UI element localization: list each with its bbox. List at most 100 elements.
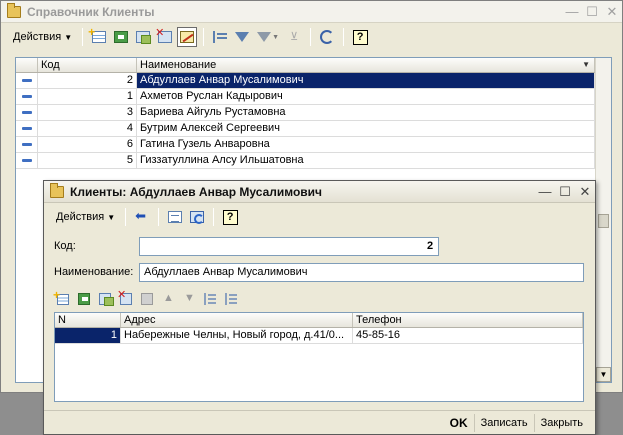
refresh-document-icon	[190, 211, 205, 224]
column-header-icon[interactable]	[16, 58, 38, 72]
table-row[interactable]: 4 Бутрим Алексей Сергеевич	[16, 121, 595, 137]
filter-value-button[interactable]: ▼	[254, 27, 282, 47]
copy-item-button[interactable]	[133, 27, 153, 47]
table-row[interactable]: 2 Абдуллаев Анвар Мусалимович	[16, 73, 595, 89]
close-dialog-button[interactable]: Закрыть	[533, 413, 589, 432]
tp-end-edit-button[interactable]	[138, 290, 156, 308]
close-button[interactable]: ✕	[602, 3, 622, 21]
cell-code: 1	[38, 89, 137, 104]
grid-vertical-scrollbar[interactable]: ▼	[595, 58, 611, 382]
folder-icon	[50, 182, 64, 198]
tp-delete-button[interactable]	[117, 288, 135, 308]
addresses-grid[interactable]: N Адрес Телефон 1 Набережные Челны, Новы…	[54, 312, 584, 402]
grid-header: Код Наименование ▼	[16, 58, 595, 73]
edit-icon	[180, 31, 195, 43]
client-dialog: Клиенты: Абдуллаев Анвар Мусалимович — ☐…	[43, 180, 596, 435]
add-row-icon	[88, 25, 107, 43]
table-part-toolbar	[53, 288, 240, 309]
help-button[interactable]: ?	[350, 27, 370, 47]
delete-row-icon	[117, 288, 132, 305]
dialog-help-button[interactable]: ?	[220, 207, 240, 227]
tp-sort-asc-button[interactable]	[201, 290, 219, 308]
delete-item-button[interactable]	[155, 26, 175, 47]
tp-add-button[interactable]	[53, 288, 72, 308]
catalog-titlebar[interactable]: Справочник Клиенты — ☐ ✕	[1, 1, 622, 23]
sort-descending-icon	[225, 293, 237, 305]
go-back-button[interactable]	[132, 207, 152, 227]
sort-arrow-icon: ▼	[582, 60, 590, 69]
row-item-icon-cell	[16, 89, 38, 104]
refresh-button[interactable]	[317, 27, 337, 47]
dialog-actions-menu-label: Действия	[56, 211, 105, 223]
name-field[interactable]: Абдуллаев Анвар Мусалимович	[139, 263, 584, 282]
cell-code: 4	[38, 121, 137, 136]
add-item-button[interactable]	[88, 25, 109, 47]
add-group-button[interactable]	[111, 27, 131, 47]
edit-item-button[interactable]	[177, 27, 198, 47]
table-row[interactable]: 1 Набережные Челны, Новый город, д.41/0.…	[55, 328, 583, 344]
cell-name: Ахметов Руслан Кадырович	[137, 89, 595, 104]
table-row[interactable]: 5 Гиззатуллина Алсу Ильшатовна	[16, 153, 595, 169]
item-icon	[21, 79, 32, 82]
tp-copy-button[interactable]	[75, 290, 93, 308]
table-row[interactable]: 1 Ахметов Руслан Кадырович	[16, 89, 595, 105]
item-icon	[21, 127, 32, 130]
cell-code: 3	[38, 105, 137, 120]
save-button[interactable]: Записать	[473, 413, 534, 432]
cell-name: Бутрим Алексей Сергеевич	[137, 121, 595, 136]
filter-dropdown-icon	[257, 32, 272, 42]
toolbar-separator	[343, 28, 345, 46]
toolbar-separator	[82, 28, 84, 46]
table-row[interactable]: 6 Гатина Гузель Анваровна	[16, 137, 595, 153]
column-header-n[interactable]: N	[55, 313, 121, 327]
catalog-toolbar: Действия▼ ▼ ⊻ ?	[1, 24, 622, 50]
ok-button[interactable]: OK	[444, 414, 474, 432]
addresses-grid-header: N Адрес Телефон	[55, 313, 583, 328]
show-in-list-button[interactable]	[165, 207, 185, 227]
tp-move-down-button[interactable]	[180, 290, 198, 308]
dialog-close-button[interactable]: ✕	[575, 183, 595, 201]
tp-edit-button[interactable]	[96, 290, 114, 308]
cell-name: Абдуллаев Анвар Мусалимович	[137, 73, 595, 88]
actions-menu-label: Действия	[13, 31, 62, 43]
dialog-titlebar[interactable]: Клиенты: Абдуллаев Анвар Мусалимович — ☐…	[44, 181, 595, 203]
hierarchy-button[interactable]	[210, 27, 230, 47]
arrow-left-icon	[135, 208, 149, 224]
copy-icon	[136, 31, 152, 44]
clear-filter-button[interactable]: ⊻	[284, 27, 304, 47]
cell-name: Гиззатуллина Алсу Ильшатовна	[137, 153, 595, 168]
edit-row-icon	[99, 293, 114, 306]
help-icon: ?	[222, 209, 238, 225]
copy-row-icon	[78, 293, 90, 305]
code-label: Код:	[54, 240, 76, 252]
scroll-down-button[interactable]: ▼	[596, 367, 611, 382]
minimize-button[interactable]: —	[562, 3, 582, 21]
scrollbar-thumb[interactable]	[598, 214, 609, 228]
dialog-maximize-button[interactable]: ☐	[555, 183, 575, 201]
dialog-title: Клиенты: Абдуллаев Анвар Мусалимович	[70, 184, 323, 199]
maximize-button[interactable]: ☐	[582, 3, 602, 21]
toolbar-separator	[213, 208, 215, 226]
item-icon	[21, 143, 32, 146]
sort-ascending-icon	[204, 293, 216, 305]
table-row[interactable]: 3 Бариева Айгуль Рустамовна	[16, 105, 595, 121]
toolbar-separator	[310, 28, 312, 46]
tp-move-up-button[interactable]	[159, 290, 177, 308]
dialog-minimize-button[interactable]: —	[535, 183, 555, 201]
column-header-code[interactable]: Код	[38, 58, 137, 72]
tp-sort-desc-button[interactable]	[222, 290, 240, 308]
document-icon	[168, 211, 183, 223]
column-header-address[interactable]: Адрес	[121, 313, 353, 327]
filter-icon	[235, 32, 250, 42]
tree-icon	[213, 31, 228, 43]
column-header-name[interactable]: Наименование ▼	[137, 58, 595, 72]
column-header-phone[interactable]: Телефон	[353, 313, 583, 327]
folder-icon	[7, 2, 21, 18]
filter-button[interactable]	[232, 27, 252, 47]
code-field[interactable]: 2	[139, 237, 439, 256]
cell-code: 5	[38, 153, 137, 168]
item-icon	[21, 95, 32, 98]
actions-menu-button[interactable]: Действия ▼	[9, 27, 76, 47]
dialog-actions-menu-button[interactable]: Действия ▼	[52, 207, 119, 227]
reread-button[interactable]	[187, 207, 207, 227]
